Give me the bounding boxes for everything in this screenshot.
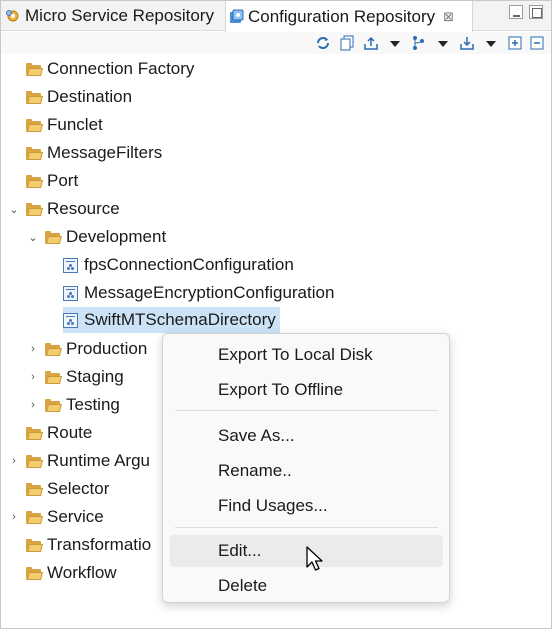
mouse-pointer-icon [306,546,326,574]
tree-item-swiftmtschemadirectory[interactable]: SwiftMTSchemaDirectory [63,307,280,333]
tab-label: Configuration Repository [248,6,436,26]
menu-item-rename[interactable]: Rename.. [170,455,443,487]
tree-item-messagefilters[interactable]: MessageFilters [26,139,162,167]
export-icon[interactable] [363,35,379,51]
tree-item-transformation[interactable]: Transformatio [26,531,151,559]
folder-icon [45,230,62,244]
folder-icon [26,202,43,216]
tree-item-funclet[interactable]: Funclet [26,111,103,139]
menu-separator [175,410,438,411]
tab-bar: Micro Service Repository Configuration R… [1,1,551,32]
tree-item-label: SwiftMTSchemaDirectory [84,310,276,329]
tree-item-development[interactable]: Development [45,223,166,251]
tree-item-label: fpsConnectionConfiguration [84,255,294,274]
tree-item-selector[interactable]: Selector [26,475,109,503]
tree-item-label: Development [66,227,167,246]
folder-icon [45,398,62,412]
configuration-file-icon [63,257,78,273]
tree-item-label: Runtime Argu [47,451,150,470]
repository-gear-icon [5,8,21,24]
folder-icon [26,90,43,104]
collapse-all-icon[interactable] [529,35,545,51]
tree-item-destination[interactable]: Destination [26,83,132,111]
tab-configuration-repository[interactable]: Configuration Repository ⊠ [225,1,473,32]
folder-icon [26,454,43,468]
tree-item-production[interactable]: Production [45,335,147,363]
tree-item-label: Staging [66,367,124,386]
tree-item-label: Resource [47,199,120,218]
tree-item-label: Testing [66,395,120,414]
folder-icon [26,566,43,580]
tree-item-resource[interactable]: Resource [26,195,120,223]
tree-item-label: Workflow [47,563,117,582]
folder-icon [26,146,43,160]
folder-icon [26,118,43,132]
chevron-right-icon[interactable]: › [27,343,39,355]
chevron-right-icon[interactable]: › [27,399,39,411]
folder-icon [26,538,43,552]
tree-item-label: MessageFilters [47,143,163,162]
folder-icon [45,370,62,384]
folder-icon [45,342,62,356]
tree-item-fpsconnectionconfiguration[interactable]: fpsConnectionConfiguration [63,251,294,279]
tree-item-label: Port [47,171,79,190]
tree-item-label: MessageEncryptionConfiguration [84,283,335,302]
close-tab-icon[interactable]: ⊠ [443,9,454,25]
tree-item-service[interactable]: Service [26,503,104,531]
tree-item-route[interactable]: Route [26,419,92,447]
chevron-down-icon[interactable]: ⌄ [27,231,39,244]
import-dropdown-arrow[interactable] [483,35,499,51]
tab-micro-service-repository[interactable]: Micro Service Repository [3,1,225,31]
tree-item-testing[interactable]: Testing [45,391,120,419]
folder-icon [26,62,43,76]
branch-dropdown-arrow[interactable] [435,35,451,51]
tree-item-runtime-arguments[interactable]: Runtime Argu [26,447,150,475]
export-dropdown-arrow[interactable] [387,35,403,51]
menu-item-delete[interactable]: Delete [170,570,443,602]
chevron-right-icon[interactable]: › [8,455,20,467]
menu-item-export-to-local-disk[interactable]: Export To Local Disk [170,339,443,371]
folder-icon [26,426,43,440]
tree-item-label: Transformatio [47,535,152,554]
tree-item-label: Destination [47,87,133,106]
folder-icon [26,174,43,188]
expand-all-icon[interactable] [507,35,523,51]
tree-item-label: Service [47,507,104,526]
chevron-down-icon[interactable]: ⌄ [8,203,20,216]
folder-icon [26,510,43,524]
copy-icon[interactable] [339,35,355,51]
configuration-file-icon [63,312,78,328]
chevron-right-icon[interactable]: › [27,371,39,383]
menu-item-save-as[interactable]: Save As... [170,420,443,452]
menu-separator [175,527,438,528]
folder-icon [26,482,43,496]
menu-item-find-usages[interactable]: Find Usages... [170,490,443,522]
menu-item-export-to-offline[interactable]: Export To Offline [170,374,443,406]
view-toolbar [1,32,551,54]
tree-item-workflow[interactable]: Workflow [26,559,117,587]
tree-item-connection-factory[interactable]: Connection Factory [26,55,194,83]
tree-item-label: Selector [47,479,110,498]
tree-item-label: Connection Factory [47,59,195,78]
tree-item-label: Production [66,339,148,358]
maximize-button[interactable] [529,5,543,19]
branch-icon[interactable] [411,35,427,51]
minimize-button[interactable] [509,5,523,19]
import-icon[interactable] [459,35,475,51]
configuration-file-icon [63,285,78,301]
chevron-right-icon[interactable]: › [8,511,20,523]
tree-item-label: Funclet [47,115,103,134]
configuration-repository-icon [228,9,244,25]
refresh-icon[interactable] [315,35,331,51]
tab-label: Micro Service Repository [25,6,214,25]
tree-item-staging[interactable]: Staging [45,363,124,391]
tree-item-label: Route [47,423,93,442]
tree-item-port[interactable]: Port [26,167,78,195]
tree-item-messageencryptionconfiguration[interactable]: MessageEncryptionConfiguration [63,279,334,307]
